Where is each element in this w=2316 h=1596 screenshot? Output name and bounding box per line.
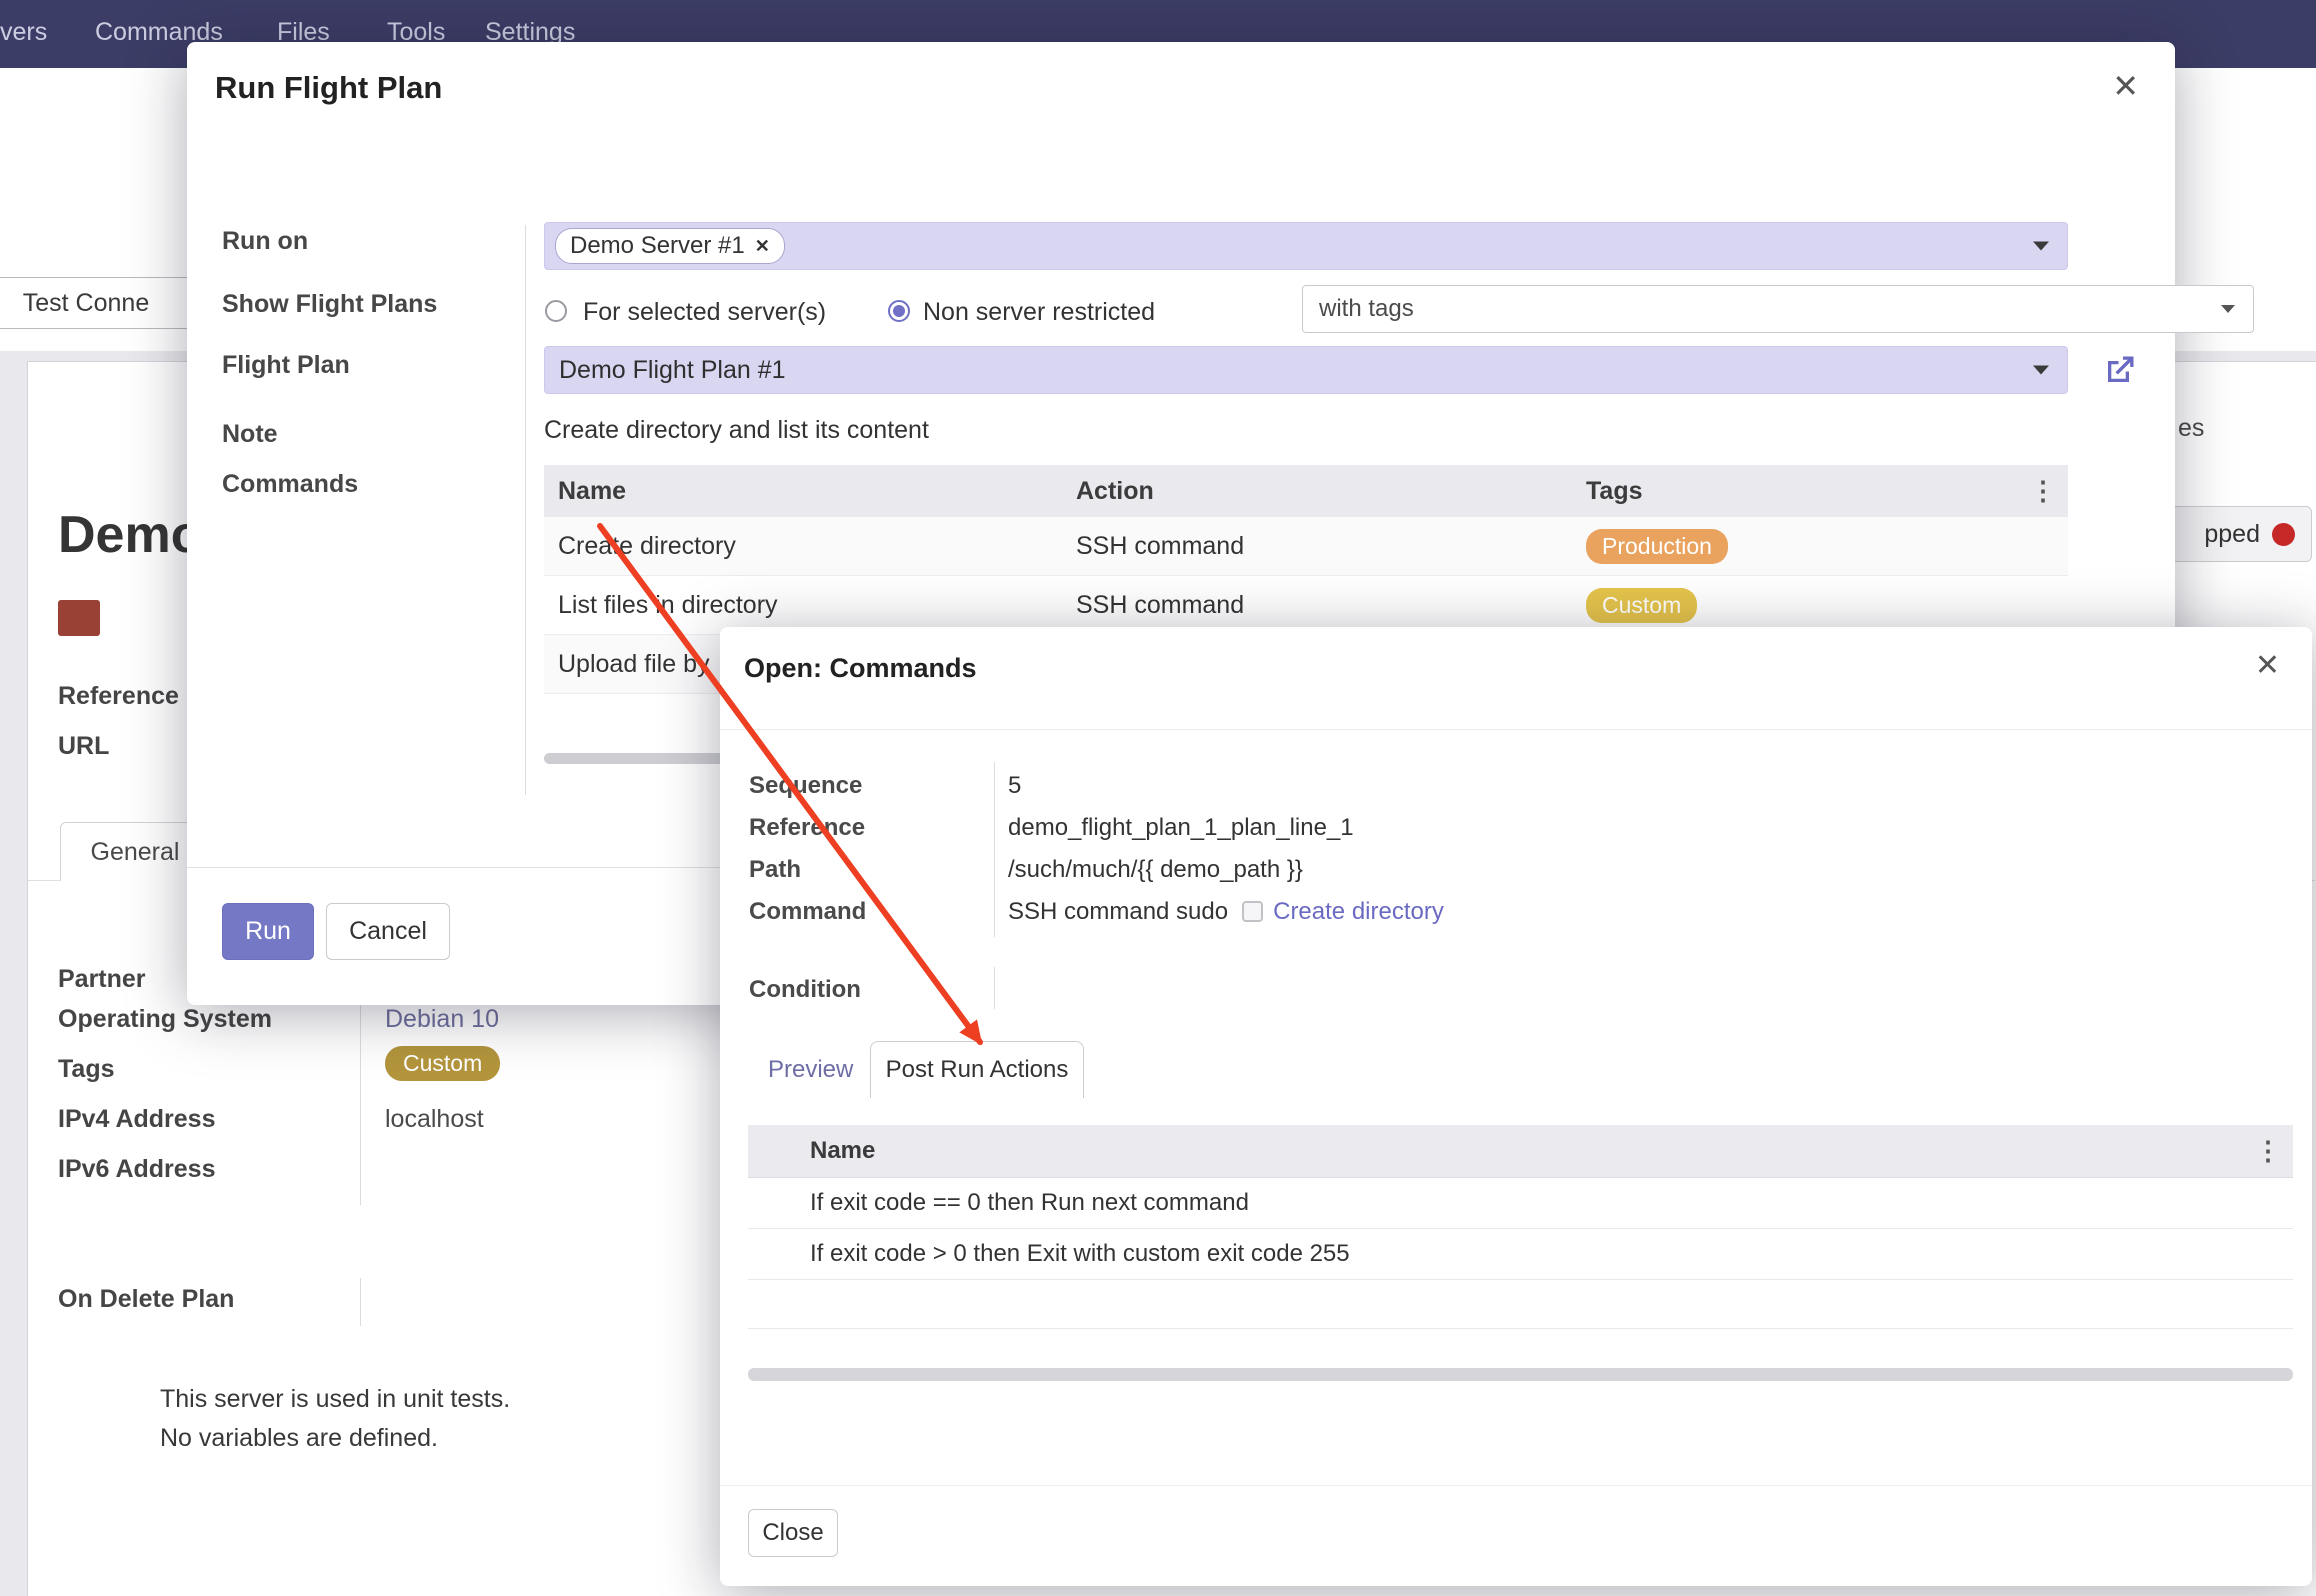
label-command: Command	[749, 898, 866, 926]
column-name[interactable]: Name	[810, 1137, 2293, 1165]
run-on-select[interactable]: Demo Server #1 ✕	[544, 222, 2068, 270]
tag-badge-custom: Custom	[1586, 588, 1697, 623]
note-value: Create directory and list its content	[544, 416, 929, 445]
table-row-empty	[748, 1280, 2293, 1329]
run-button[interactable]: Run	[222, 903, 314, 960]
label-separator	[525, 225, 526, 795]
label-ipv6: IPv6 Address	[58, 1155, 215, 1184]
record-title: Demo	[58, 505, 202, 565]
post-run-actions-table: Name ⋮ If exit code == 0 then Run next c…	[748, 1125, 2293, 1329]
flight-plan-select[interactable]: Demo Flight Plan #1	[544, 346, 2068, 394]
column-tags[interactable]: Tags	[1572, 477, 2068, 506]
screen: vers Commands Files Tools Settings Test …	[0, 0, 2316, 1596]
label-on-delete-plan: On Delete Plan	[58, 1285, 234, 1314]
label-ipv4: IPv4 Address	[58, 1105, 215, 1134]
column-action[interactable]: Action	[1062, 477, 1572, 506]
create-directory-link[interactable]: Create directory	[1273, 898, 1444, 925]
row-action: SSH command	[1062, 532, 1572, 561]
tag-badge-custom[interactable]: Custom	[385, 1046, 500, 1081]
row-name: Create directory	[544, 532, 1062, 561]
chevron-down-icon[interactable]	[2221, 305, 2235, 313]
unit-test-note-line1: This server is used in unit tests.	[160, 1385, 510, 1414]
post-run-table-header: Name ⋮	[748, 1125, 2293, 1178]
close-button[interactable]: Close	[748, 1509, 838, 1557]
checkbox[interactable]	[1242, 901, 1263, 922]
value-operating-system[interactable]: Debian 10	[385, 1005, 499, 1034]
unit-test-note-line2: No variables are defined.	[160, 1424, 438, 1453]
external-link-icon[interactable]	[2102, 352, 2138, 388]
flight-plan-value: Demo Flight Plan #1	[559, 356, 786, 385]
label-note: Note	[222, 420, 278, 449]
table-row[interactable]: If exit code > 0 then Exit with custom e…	[748, 1229, 2293, 1280]
value-path: /such/much/{{ demo_path }}	[1008, 856, 1303, 884]
label-flight-plan: Flight Plan	[222, 351, 350, 380]
field-separator	[994, 967, 995, 1009]
field-separator	[360, 1278, 361, 1326]
value-command: SSH command sudo Create directory	[1008, 898, 1444, 926]
label-commands: Commands	[222, 470, 358, 499]
test-connection-button[interactable]: Test Conne	[0, 277, 202, 329]
close-icon[interactable]: ✕	[2255, 651, 2280, 681]
tab-preview[interactable]: Preview	[768, 1056, 853, 1084]
row-action: SSH command	[1062, 591, 1572, 620]
cancel-button[interactable]: Cancel	[326, 903, 450, 960]
chip-remove-icon[interactable]: ✕	[755, 236, 770, 257]
tab-post-run-actions[interactable]: Post Run Actions	[870, 1041, 1084, 1098]
status-dot-icon	[2272, 523, 2295, 546]
label-path: Path	[749, 856, 801, 884]
kebab-menu-icon[interactable]: ⋮	[2255, 1136, 2281, 1167]
with-tags-select[interactable]: with tags	[1302, 285, 2254, 333]
value-ipv4: localhost	[385, 1105, 484, 1134]
chevron-down-icon[interactable]	[2033, 242, 2049, 251]
horizontal-scrollbar[interactable]	[748, 1368, 2293, 1381]
modal-title: Open: Commands	[744, 653, 977, 684]
label-run-on: Run on	[222, 227, 308, 256]
with-tags-value: with tags	[1319, 295, 1414, 323]
chevron-down-icon[interactable]	[2033, 366, 2049, 375]
right-text-fragment: es	[2178, 414, 2204, 443]
commands-table-header: Name Action Tags ⋮	[544, 465, 2068, 517]
header-divider	[720, 729, 2312, 730]
server-chip[interactable]: Demo Server #1 ✕	[555, 228, 785, 264]
tag-badge-production: Production	[1586, 529, 1728, 564]
radio-for-selected-servers[interactable]	[545, 300, 567, 322]
value-reference: demo_flight_plan_1_plan_line_1	[1008, 814, 1354, 842]
label-show-flight-plans: Show Flight Plans	[222, 290, 437, 319]
radio-for-selected-servers-label[interactable]: For selected server(s)	[583, 298, 826, 327]
row-name: If exit code == 0 then Run next command	[810, 1189, 2293, 1217]
table-row[interactable]: Create directory SSH command Production	[544, 517, 2068, 576]
label-tags: Tags	[58, 1055, 115, 1084]
radio-non-server-restricted[interactable]	[888, 300, 910, 322]
label-partner: Partner	[58, 965, 146, 994]
footer-divider	[720, 1485, 2312, 1486]
column-name[interactable]: Name	[544, 477, 1062, 506]
label-reference: Reference	[58, 682, 179, 711]
kebab-menu-icon[interactable]: ⋮	[2030, 476, 2056, 507]
row-name: List files in directory	[544, 591, 1062, 620]
command-text: SSH command sudo	[1008, 898, 1228, 925]
modal-title: Run Flight Plan	[215, 70, 442, 106]
value-sequence: 5	[1008, 772, 1021, 800]
color-swatch[interactable]	[58, 600, 100, 636]
open-commands-modal: Open: Commands ✕ Sequence 5 Reference de…	[720, 627, 2312, 1586]
label-condition: Condition	[749, 976, 861, 1004]
row-name: If exit code > 0 then Exit with custom e…	[810, 1240, 2293, 1268]
server-chip-label: Demo Server #1	[570, 232, 745, 260]
nav-item-servers[interactable]: vers	[0, 18, 47, 47]
label-operating-system: Operating System	[58, 1005, 272, 1034]
close-icon[interactable]: ✕	[2112, 70, 2139, 102]
label-reference: Reference	[749, 814, 865, 842]
table-row[interactable]: If exit code == 0 then Run next command	[748, 1178, 2293, 1229]
status-badge-label: pped	[2204, 520, 2260, 549]
label-url: URL	[58, 732, 109, 761]
radio-non-server-restricted-label[interactable]: Non server restricted	[923, 298, 1155, 327]
label-sequence: Sequence	[749, 772, 862, 800]
field-separator	[994, 762, 995, 937]
